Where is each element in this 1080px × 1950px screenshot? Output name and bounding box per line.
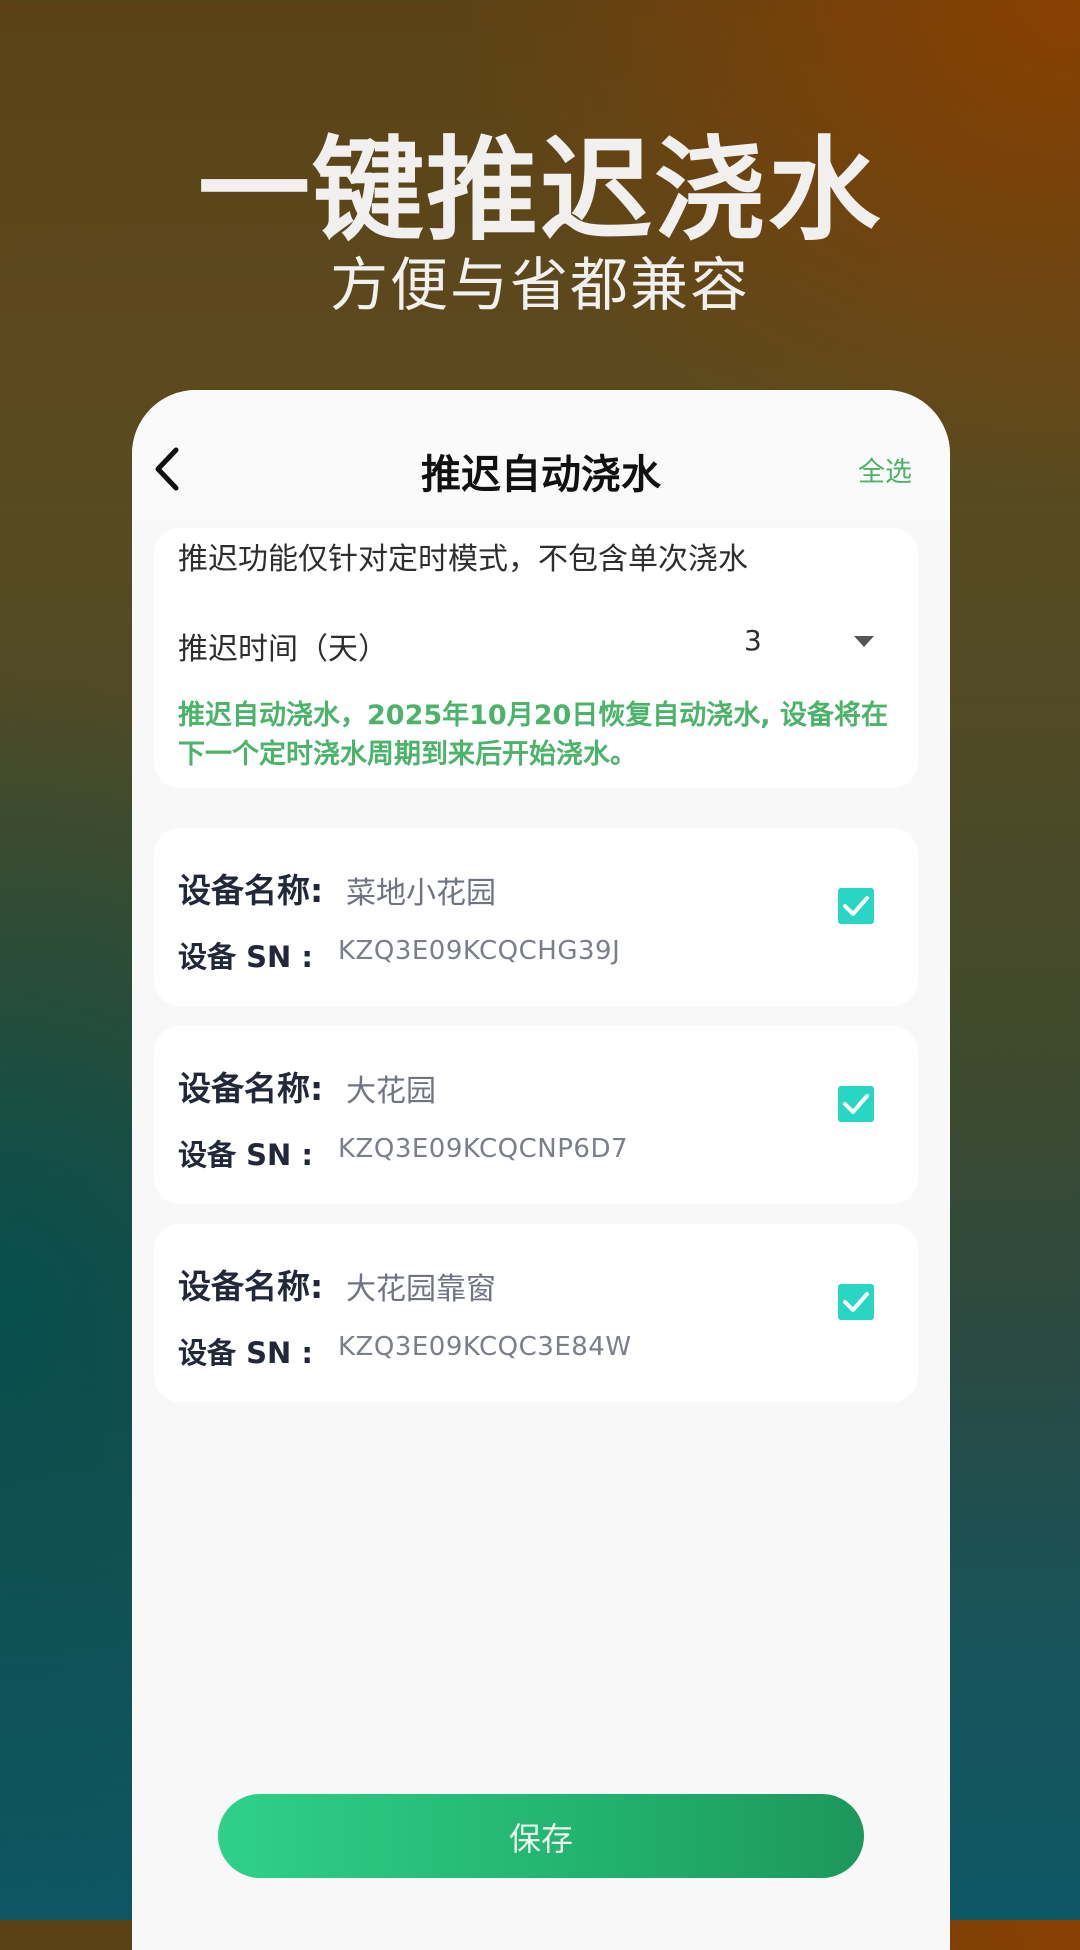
delay-days-dropdown[interactable]: 3 [734,616,894,670]
checkmark-icon [843,896,869,916]
delay-days-label: 推迟时间（天） [178,632,388,667]
device-sn-label: 设备 SN : [178,1336,313,1370]
checkmark-icon [843,1094,869,1114]
hero-subtitle: 方便与省都兼容 [329,251,750,319]
device-name: 大花园 [346,1074,436,1109]
save-button-label: 保存 [508,1820,573,1858]
device-name-label: 设备名称: [178,1267,324,1306]
notice-text: 推迟功能仅针对定时模式，不包含单次浇水 [178,542,748,577]
nav-bar: 推迟自动浇水 全选 [132,390,950,520]
device-checkbox[interactable] [838,888,874,924]
delay-days-value: 3 [744,624,762,657]
device-name: 菜地小花园 [346,876,496,911]
caret-down-icon [854,636,874,647]
page-title: 推迟自动浇水 [421,452,661,498]
device-card[interactable]: 设备名称: 菜地小花园 设备 SN : KZQ3E09KCQCHG39J [154,828,918,1006]
device-card[interactable]: 设备名称: 大花园靠窗 设备 SN : KZQ3E09KCQC3E84W [154,1224,918,1402]
device-name: 大花园靠窗 [346,1272,496,1307]
phone-screen: 推迟自动浇水 全选 推迟功能仅针对定时模式，不包含单次浇水 推迟时间（天） 3 … [132,390,950,1950]
device-sn: KZQ3E09KCQCNP6D7 [338,1134,629,1164]
device-name-label: 设备名称: [178,1069,324,1108]
resume-hint-text: 推迟自动浇水，2025年10月20日恢复自动浇水, 设备将在下一个定时浇水周期到… [178,700,888,770]
device-checkbox[interactable] [838,1086,874,1122]
device-card[interactable]: 设备名称: 大花园 设备 SN : KZQ3E09KCQCNP6D7 [154,1026,918,1204]
device-sn: KZQ3E09KCQC3E84W [338,1332,632,1362]
select-all-button[interactable]: 全选 [858,450,912,489]
device-name-label: 设备名称: [178,871,324,910]
device-sn-label: 设备 SN : [178,940,313,974]
device-sn: KZQ3E09KCQCHG39J [338,936,621,966]
delay-settings-card: 推迟功能仅针对定时模式，不包含单次浇水 推迟时间（天） 3 推迟自动浇水，202… [154,528,918,788]
device-sn-label: 设备 SN : [178,1138,313,1172]
checkmark-icon [843,1292,869,1312]
device-checkbox[interactable] [838,1284,874,1320]
save-button[interactable]: 保存 [218,1794,864,1878]
